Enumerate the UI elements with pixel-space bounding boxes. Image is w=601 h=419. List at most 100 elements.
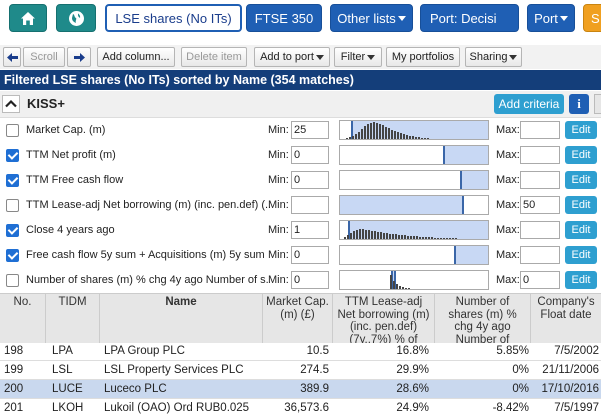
sharing-button[interactable]: Sharing (465, 47, 522, 67)
column-header-name[interactable]: Name (100, 294, 263, 343)
filter-button[interactable]: Filter (334, 47, 382, 67)
column-header-market-cap[interactable]: Market Cap. (m) (£) (263, 294, 333, 343)
range-min-handle[interactable] (460, 171, 462, 189)
range-histogram[interactable] (339, 220, 489, 240)
min-label: Min: (268, 124, 289, 136)
histogram-bar (371, 231, 373, 239)
range-histogram[interactable] (339, 120, 489, 140)
range-max-handle[interactable] (462, 196, 464, 214)
tab-port-decision[interactable]: Port: Decisi (420, 4, 519, 32)
criterion-checkbox[interactable] (6, 149, 19, 162)
table-row-selected[interactable]: 200 LUCE Luceco PLC 389.9 28.6% 0% 17/10… (0, 380, 601, 399)
histogram-bar (368, 230, 370, 239)
edit-button[interactable]: Edit (565, 196, 597, 214)
tab-lse-shares-label: LSE shares (No ITs) (115, 10, 232, 26)
add-criteria-button[interactable]: Add criteria (494, 94, 564, 114)
histogram-bar (403, 134, 405, 139)
histogram-bar (421, 138, 423, 139)
table-row[interactable]: 199 LSL LSL Property Services PLC 274.5 … (0, 361, 601, 380)
range-histogram[interactable] (339, 270, 489, 290)
criterion-row: Number of shares (m) % chg 4y ago Number… (0, 268, 601, 293)
edit-button[interactable]: Edit (565, 271, 597, 289)
max-label: Max: (496, 174, 520, 186)
min-input[interactable]: 0 (291, 271, 329, 289)
histogram-bar (419, 237, 421, 239)
criterion-row: TTM Free cash flow Min: 0 Max: Edit (0, 168, 601, 193)
add-column-button[interactable]: Add column... (97, 47, 175, 67)
min-input[interactable]: 1 (291, 221, 329, 239)
column-header-no[interactable]: No. (0, 294, 46, 343)
table-row[interactable]: 198 LPA LPA Group PLC 10.5 16.8% 5.85% 7… (0, 342, 601, 361)
other-lists-label: Other lists (337, 10, 396, 26)
criterion-checkbox[interactable] (6, 224, 19, 237)
toolbar: Scroll Add column... Delete item Add to … (0, 45, 601, 69)
criterion-name: TTM Free cash flow (26, 174, 124, 186)
max-input[interactable]: 50 (520, 196, 560, 214)
min-input[interactable]: 25 (291, 121, 329, 139)
edit-button[interactable]: Edit (565, 246, 597, 264)
histogram-bar (415, 137, 417, 139)
histogram-bar (406, 135, 408, 139)
home-button[interactable] (9, 4, 47, 32)
range-histogram[interactable] (339, 145, 489, 165)
other-lists-dropdown[interactable]: Other lists (330, 4, 413, 32)
histogram-bar (362, 229, 364, 239)
histogram-bar (440, 238, 442, 239)
range-histogram[interactable] (339, 245, 489, 265)
criterion-checkbox[interactable] (6, 124, 19, 137)
edit-button[interactable]: Edit (565, 171, 597, 189)
column-header-tidm[interactable]: TIDM (46, 294, 100, 343)
info-button[interactable]: i (569, 94, 589, 114)
criterion-checkbox[interactable] (6, 249, 19, 262)
edit-button[interactable]: Edit (565, 121, 597, 139)
more-button[interactable] (594, 94, 601, 114)
max-input[interactable] (520, 171, 560, 189)
collapse-button[interactable] (2, 95, 20, 113)
max-input[interactable] (520, 121, 560, 139)
range-min-handle[interactable] (454, 246, 456, 264)
table-row[interactable]: 201 LKOH Lukoil (OAO) Ord RUB0.025 36,57… (0, 399, 601, 419)
histogram-bar (407, 236, 409, 239)
cell-name: Lukoil (OAO) Ord RUB0.025 (104, 402, 250, 414)
histogram-bar (355, 134, 357, 139)
min-input[interactable]: 0 (291, 146, 329, 164)
column-header-net-borrowing[interactable]: TTM Lease-adj Net borrowing (m) (inc. pe… (333, 294, 435, 343)
histogram-bar (396, 284, 398, 289)
min-input[interactable]: 0 (291, 246, 329, 264)
column-header-float-date[interactable]: Company's Float date (531, 294, 601, 343)
max-label: Max: (496, 249, 520, 261)
tab-ftse-350[interactable]: FTSE 350 (246, 4, 322, 32)
cell-name: LSL Property Services PLC (104, 364, 244, 376)
scroll-button[interactable]: Scroll (23, 47, 65, 67)
tab-ftse-350-label: FTSE 350 (254, 10, 314, 26)
tab-s[interactable]: S (583, 4, 601, 32)
table-header: No. TIDM Name Market Cap. (m) (£) TTM Le… (0, 293, 601, 343)
info-icon: i (577, 96, 581, 111)
scroll-right-button[interactable] (67, 47, 91, 67)
column-header-shares-change[interactable]: Number of shares (m) % chg 4y ago Number… (435, 294, 531, 343)
max-input[interactable]: 0 (520, 271, 560, 289)
delete-item-button[interactable]: Delete item (181, 47, 247, 67)
edit-button[interactable]: Edit (565, 146, 597, 164)
edit-button[interactable]: Edit (565, 221, 597, 239)
criterion-checkbox[interactable] (6, 274, 19, 287)
range-min-handle[interactable] (443, 146, 445, 164)
globe-button[interactable] (56, 4, 96, 32)
max-input[interactable] (520, 246, 560, 264)
range-histogram[interactable] (339, 170, 489, 190)
max-input[interactable] (520, 146, 560, 164)
add-to-port-button[interactable]: Add to port (254, 47, 330, 67)
criterion-row: TTM Net profit (m) Min: 0 Max: Edit (0, 143, 601, 168)
max-input[interactable] (520, 221, 560, 239)
scroll-left-button[interactable] (3, 47, 21, 67)
port-dropdown[interactable]: Port (527, 4, 575, 32)
tab-lse-shares[interactable]: LSE shares (No ITs) (105, 4, 242, 32)
range-histogram[interactable] (339, 195, 489, 215)
min-input[interactable] (291, 196, 329, 214)
criterion-checkbox[interactable] (6, 199, 19, 212)
histogram-bar (410, 236, 412, 239)
my-portfolios-button[interactable]: My portfolios (386, 47, 460, 67)
criterion-name: TTM Net profit (m) (26, 149, 116, 161)
min-input[interactable]: 0 (291, 171, 329, 189)
criterion-checkbox[interactable] (6, 174, 19, 187)
